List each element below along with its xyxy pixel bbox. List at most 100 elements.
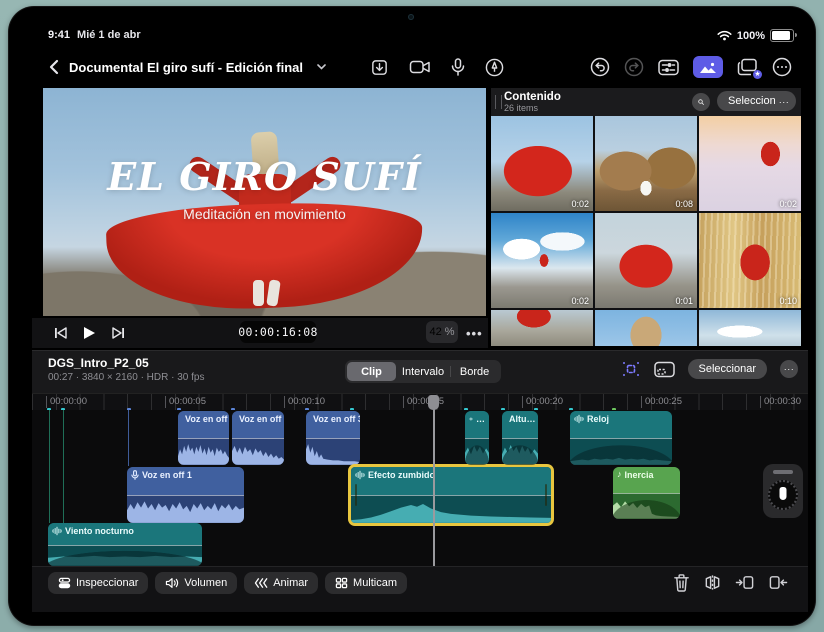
pencil-button[interactable]	[485, 58, 504, 77]
timeline-clip-voz1[interactable]: Voz en off 1	[127, 467, 244, 523]
ruler-label: 00:00:25	[641, 396, 682, 408]
clip-thumbnail[interactable]	[491, 310, 593, 346]
record-audio-button[interactable]	[451, 58, 465, 77]
mic-icon	[131, 470, 139, 481]
multicam-button[interactable]: Multicam	[325, 572, 407, 594]
timeline-clip-reloj[interactable]: Reloj	[570, 411, 672, 465]
jog-dial	[768, 480, 798, 510]
timeline-ruler[interactable]: 00:00:00 00:00:05 00:00:10 00:00:15 00:0…	[32, 393, 808, 411]
timeline-clip-altu[interactable]: Altu…	[502, 411, 538, 465]
clip-thumbnail[interactable]	[595, 310, 697, 346]
skip-forward-icon	[112, 327, 125, 339]
previous-frame-button[interactable]	[54, 327, 67, 339]
jog-handle	[773, 470, 793, 474]
timeline-clip-inercia[interactable]: ♪Inercia	[613, 467, 680, 519]
mode-clip[interactable]: Clip	[347, 362, 396, 381]
viewer-title-overlay: EL GIRO SUFÍ	[43, 154, 486, 199]
import-icon	[370, 58, 389, 77]
waveform-icon	[355, 470, 365, 480]
clip-thumbnail[interactable]: 0:02	[699, 116, 801, 211]
project-title: Documental El giro sufí - Edición final	[69, 60, 303, 75]
animate-button[interactable]: Animar	[244, 572, 318, 594]
clip-duration: 0:02	[571, 296, 589, 306]
timeline-clip-voz2a[interactable]: Voz en off 2	[178, 411, 229, 465]
next-frame-button[interactable]	[112, 327, 125, 339]
overwrite-button[interactable]	[768, 573, 788, 592]
panel-drag-handle[interactable]	[495, 95, 502, 109]
timeline-select-button[interactable]: Seleccionar	[688, 359, 767, 379]
timeline-tracks[interactable]: Voz en off 2 Voz en off 2 Voz en off 3 ……	[32, 410, 808, 566]
insert-button[interactable]	[735, 573, 755, 592]
browser-header: Contenido 26 items Seleccionar ···	[491, 88, 801, 116]
overwrite-clip-icon	[768, 573, 788, 592]
date: Mié 1 de abr	[77, 29, 141, 41]
play-icon	[83, 326, 96, 340]
photo-icon	[699, 61, 717, 74]
delete-button[interactable]	[673, 573, 690, 592]
skip-back-icon	[54, 327, 67, 339]
stage: 9:41 Mié 1 de abr 100% Documental El gir…	[0, 0, 824, 632]
timeline-clip-voz3[interactable]: Voz en off 3	[306, 411, 360, 465]
mic-icon	[451, 58, 465, 77]
ipad-bezel: 9:41 Mié 1 de abr 100% Documental El gir…	[8, 6, 816, 626]
import-button[interactable]	[370, 58, 389, 77]
back-button[interactable]	[48, 59, 59, 75]
timeline-clip-name: DGS_Intro_P2_05	[48, 356, 149, 370]
connect-clip-button[interactable]	[621, 360, 641, 378]
undo-button[interactable]	[590, 57, 610, 77]
ruler-label: 00:00:00	[46, 396, 87, 408]
mode-borde[interactable]: Borde	[450, 362, 499, 381]
clip-thumbnail[interactable]	[699, 310, 801, 346]
music-note-icon: ♪	[617, 470, 622, 479]
timeline-clip-info: 00:27 · 3840 × 2160 · HDR · 30 fps	[48, 372, 204, 383]
collapsed-clip-edge	[128, 410, 129, 466]
timeline-clip-voz2b[interactable]: Voz en off 2	[232, 411, 284, 465]
clip-duration: 0:02	[779, 199, 797, 209]
record-video-button[interactable]	[409, 59, 431, 75]
overlay-button[interactable]	[654, 361, 675, 378]
timeline-clip-efecto-zumbido[interactable]: Efecto zumbido	[351, 467, 551, 523]
media-browser-button[interactable]	[693, 56, 723, 78]
edit-mode-segmented-control: Clip Intervalo Borde	[345, 360, 501, 383]
library-button[interactable]: ★	[737, 58, 758, 76]
redo-button[interactable]	[624, 57, 644, 77]
undo-icon	[590, 57, 610, 77]
volume-button[interactable]: Volumen	[155, 572, 237, 594]
ruler-label: 00:00:30	[760, 396, 801, 408]
timecode-display[interactable]: 00:00:16:08	[240, 321, 316, 343]
search-button[interactable]	[692, 93, 710, 111]
video-viewer[interactable]: EL GIRO SUFÍ Meditación en movimiento	[43, 88, 486, 316]
title-menu-button[interactable]	[313, 59, 329, 75]
top-toolbar: Documental El giro sufí - Edición final	[32, 54, 808, 84]
playhead-handle[interactable]	[428, 395, 439, 410]
transport-bar: 00:00:16:08 42% •••	[32, 318, 488, 348]
browser-more-button[interactable]: ···	[775, 93, 793, 111]
picture-in-picture-icon	[654, 361, 675, 378]
more-button[interactable]	[772, 57, 792, 77]
clip-thumbnail[interactable]: 0:02	[491, 116, 593, 211]
blade-button[interactable]	[703, 573, 722, 592]
clip-thumbnail[interactable]: 0:01	[595, 213, 697, 308]
inspector-button[interactable]	[658, 59, 679, 76]
timeline-clip-viento-nocturno[interactable]: Viento nocturno	[48, 523, 202, 566]
viewer-more-button[interactable]: •••	[466, 326, 483, 341]
clip-thumbnail[interactable]: 0:08	[595, 116, 697, 211]
zoom-level-button[interactable]: 42%	[426, 321, 458, 343]
battery-percent: 100%	[737, 30, 765, 42]
clip-thumbnail[interactable]: 0:10	[699, 213, 801, 308]
collapsed-clip-edge	[49, 410, 50, 523]
inspect-button[interactable]: Inspeccionar	[48, 572, 148, 594]
timeline-more-button[interactable]: ···	[780, 360, 798, 378]
jog-wheel[interactable]	[763, 464, 803, 518]
collapsed-clip-edge	[63, 410, 64, 523]
redo-icon	[624, 57, 644, 77]
star-badge: ★	[753, 70, 762, 79]
battery-icon	[770, 29, 794, 42]
play-button[interactable]	[83, 326, 96, 340]
ruler-label: 00:00:05	[165, 396, 206, 408]
mode-intervalo[interactable]: Intervalo	[396, 362, 450, 381]
clip-thumbnail[interactable]: 0:02	[491, 213, 593, 308]
camera-icon	[409, 59, 431, 75]
bottom-toolbar: Inspeccionar Volumen Animar Multicam	[32, 566, 808, 612]
timeline-clip-small[interactable]: …	[465, 411, 489, 465]
